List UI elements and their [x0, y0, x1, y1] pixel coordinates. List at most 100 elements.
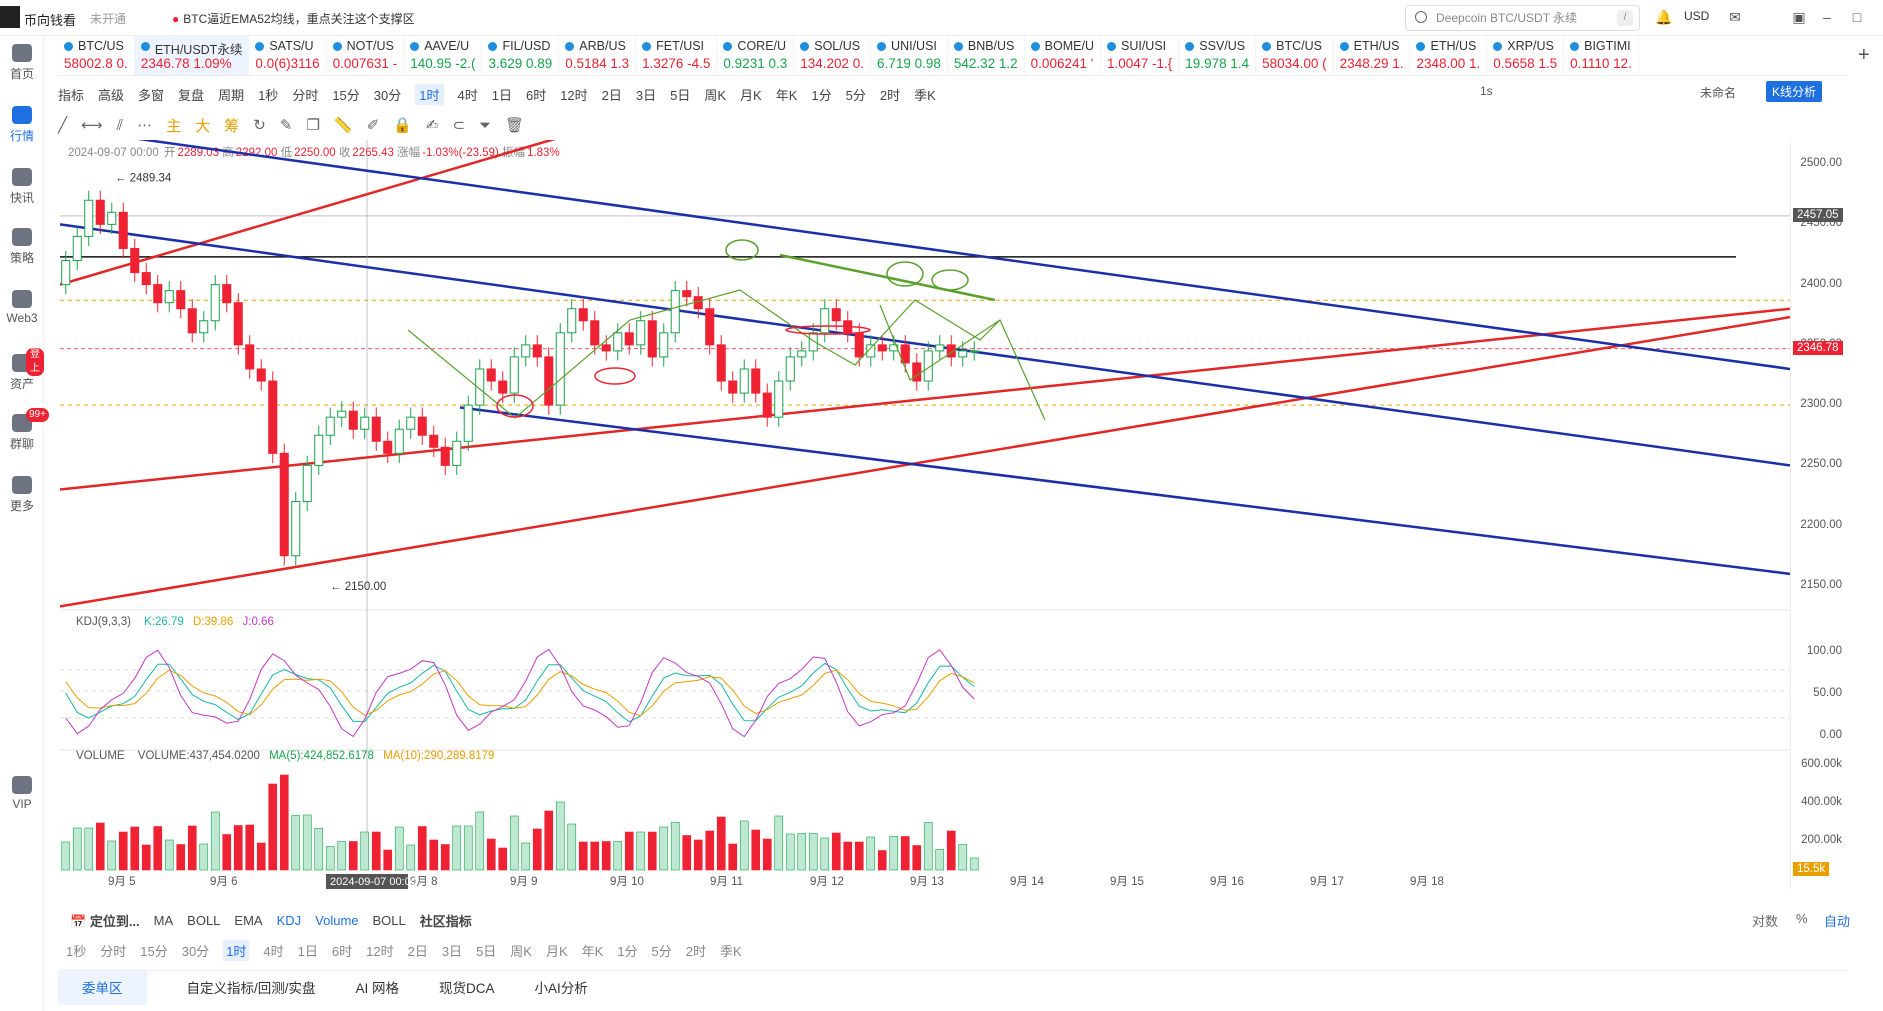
ticker-item[interactable]: BOME/U 0.006241 ': [1025, 36, 1101, 75]
ticker-item[interactable]: FET/USI 1.3276 -4.5: [636, 36, 718, 75]
period-item[interactable]: 周K: [510, 941, 532, 960]
sidebar-item[interactable]: VIP: [0, 776, 44, 811]
volume-label[interactable]: VOLUME: [76, 750, 125, 762]
sidebar-item[interactable]: 策略: [0, 228, 44, 266]
toolbar-item[interactable]: 多窗: [138, 85, 164, 104]
news-ticker[interactable]: ● BTC逼近EMA52均线，重点关注这个支撑区: [172, 10, 415, 27]
toolbar-item[interactable]: 1日: [492, 85, 512, 104]
auto-toggle[interactable]: 自动: [1824, 911, 1850, 930]
channel-tool-icon[interactable]: ⫽: [117, 117, 124, 134]
sidebar-item[interactable]: 行情: [0, 106, 44, 144]
bell-icon[interactable]: 🔔: [1655, 8, 1673, 26]
period-item[interactable]: 5日: [476, 941, 496, 960]
toolbar-item[interactable]: 5日: [670, 85, 690, 104]
ticker-item[interactable]: SSV/US 19.978 1.4: [1179, 36, 1257, 75]
trash-icon[interactable]: 🗑: [505, 116, 524, 134]
ticker-item[interactable]: AAVE/U 140.95 -2.(: [404, 36, 483, 75]
price-axis[interactable]: 2500.002450.002400.002350.002300.002250.…: [1790, 140, 1850, 890]
ticker-item[interactable]: FIL/USD 3.629 0.89: [482, 36, 560, 75]
toolbar-item[interactable]: 复盘: [178, 85, 204, 104]
tool-big[interactable]: 大: [195, 115, 210, 136]
toolbar-item[interactable]: 分时: [292, 85, 318, 104]
layout-icon[interactable]: ▣: [1790, 8, 1808, 26]
ticker-item[interactable]: CORE/U 0.9231 0.3: [717, 36, 795, 75]
news-text[interactable]: BTC逼近EMA52均线，重点关注这个支撑区: [183, 12, 414, 26]
ind-volume[interactable]: Volume: [315, 913, 358, 928]
period-item[interactable]: 年K: [582, 941, 604, 960]
ticker-item[interactable]: ETH/USDT永续 2346.78 1.09%: [134, 36, 250, 75]
log-toggle[interactable]: 对数: [1752, 911, 1778, 930]
toolbar-item[interactable]: 指标: [58, 85, 84, 104]
hline-tool-icon[interactable]: ⟷: [81, 116, 103, 134]
period-item[interactable]: 2日: [408, 941, 428, 960]
minimize-icon[interactable]: –: [1818, 8, 1836, 26]
edit-icon[interactable]: ✍: [426, 116, 439, 134]
ticker-item[interactable]: BIGTIMI 0.1110 12.: [1564, 36, 1639, 75]
community-indicators[interactable]: 社区指标: [420, 911, 472, 930]
period-item[interactable]: 1分: [617, 941, 637, 960]
sidebar-item[interactable]: 资产 登上: [0, 348, 44, 392]
toolbar-item[interactable]: 月K: [740, 85, 762, 104]
ind-ma[interactable]: MA: [154, 913, 174, 928]
price-chart[interactable]: ← 2489.34← 2150.009月 5 9月 6 9月 8 9月 9 9月 10 9…: [60, 140, 1790, 890]
toolbar-item[interactable]: 15分: [332, 85, 359, 104]
period-item[interactable]: 1时: [223, 940, 250, 961]
period-item[interactable]: 1秒: [66, 941, 86, 960]
volume-legend[interactable]: VOLUME VOLUME:437,454.0200 MA(5):424,852…: [76, 750, 494, 762]
tool-main[interactable]: 主: [166, 115, 181, 136]
refresh-icon[interactable]: ↻: [253, 116, 266, 134]
bottom-tab[interactable]: 现货DCA: [439, 977, 495, 997]
toolbar-item[interactable]: 3日: [636, 85, 656, 104]
currency-select[interactable]: USD: [1684, 9, 1709, 23]
toolbar-item[interactable]: 年K: [776, 85, 798, 104]
toolbar-item[interactable]: 2时: [880, 85, 900, 104]
bottom-tab[interactable]: AI 网格: [356, 977, 400, 997]
line-tool-icon[interactable]: ╱: [58, 116, 67, 134]
toolbar-item[interactable]: 季K: [914, 85, 936, 104]
kline-analysis-button[interactable]: K线分析: [1766, 81, 1823, 102]
sidebar-item[interactable]: 更多: [0, 476, 44, 514]
mail-icon[interactable]: ✉: [1726, 8, 1744, 26]
ind-ema[interactable]: EMA: [234, 913, 262, 928]
period-item[interactable]: 4时: [263, 941, 283, 960]
bottom-tab[interactable]: 小AI分析: [535, 977, 588, 997]
period-item[interactable]: 30分: [182, 941, 209, 960]
toolbar-item[interactable]: 周K: [704, 85, 726, 104]
lock-icon[interactable]: 🔒: [393, 116, 412, 134]
ticker-item[interactable]: SATS/U 0.0(6)3116: [249, 36, 327, 75]
kdj-legend[interactable]: KDJ(9,3,3) K:26.79 D:39.86 J:0.66: [76, 616, 274, 628]
toolbar-item[interactable]: 高级: [98, 85, 124, 104]
add-ticker-icon[interactable]: +: [1858, 44, 1870, 67]
ticker-item[interactable]: SUI/USI 1.0047 -1.{: [1101, 36, 1180, 75]
sidebar-item[interactable]: 快讯: [0, 168, 44, 206]
ind-kdj[interactable]: KDJ: [277, 913, 302, 928]
magnet-icon[interactable]: ⊂: [452, 116, 465, 134]
more-tools-icon[interactable]: ⋯: [137, 116, 152, 134]
bottom-tab[interactable]: 委单区: [58, 968, 147, 1005]
interval-readout[interactable]: 1s: [1480, 84, 1493, 98]
period-item[interactable]: 1日: [298, 941, 318, 960]
toolbar-item[interactable]: 1秒: [258, 85, 278, 104]
toolbar-item[interactable]: 4时: [458, 85, 478, 104]
pen-icon[interactable]: ✐: [367, 116, 380, 134]
period-item[interactable]: 12时: [366, 941, 393, 960]
ticker-item[interactable]: ARB/US 0.5184 1.3: [559, 36, 637, 75]
locate-button[interactable]: 📅 定位到...: [70, 911, 140, 930]
period-item[interactable]: 6时: [332, 941, 352, 960]
ticker-item[interactable]: NOT/US 0.007631 -: [327, 36, 405, 75]
period-item[interactable]: 3日: [442, 941, 462, 960]
sidebar-item[interactable]: Web3: [0, 290, 44, 325]
ticker-item[interactable]: ETH/US 2348.00 1.: [1410, 36, 1488, 75]
filter-icon[interactable]: ⏷: [479, 117, 491, 134]
toolbar-item[interactable]: 2日: [602, 85, 622, 104]
ind-boll-sub[interactable]: BOLL: [373, 913, 406, 928]
ticker-item[interactable]: SOL/US 134.202 0.: [794, 36, 872, 75]
toolbar-item[interactable]: 30分: [374, 85, 401, 104]
toolbar-item[interactable]: 5分: [846, 85, 866, 104]
ind-boll[interactable]: BOLL: [187, 913, 220, 928]
ticker-item[interactable]: XRP/US 0.5658 1.5: [1487, 36, 1565, 75]
toolbar-item[interactable]: 6时: [526, 85, 546, 104]
ticker-item[interactable]: BTC/US 58034.00 (: [1256, 36, 1334, 75]
period-item[interactable]: 15分: [140, 941, 167, 960]
sidebar-item[interactable]: 首页: [0, 44, 44, 82]
